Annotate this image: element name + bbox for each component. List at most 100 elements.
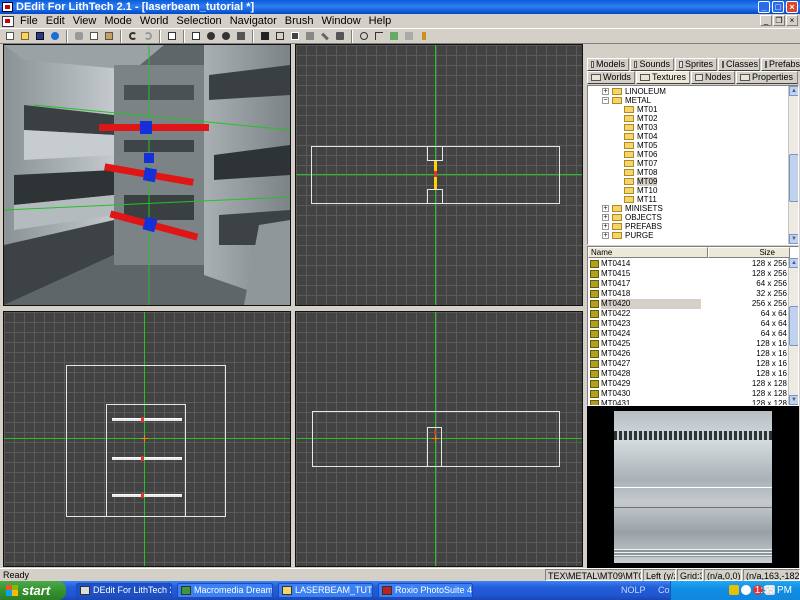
menu-world[interactable]: World	[137, 14, 174, 28]
laser-node-marker[interactable]	[434, 171, 437, 177]
texture-row[interactable]: MT0418 32 x 256	[588, 289, 790, 299]
scroll-up-arrow-icon[interactable]: ▲	[789, 86, 798, 96]
help-icon[interactable]	[165, 30, 179, 43]
menu-mode[interactable]: Mode	[101, 14, 137, 28]
laser-beam-front-3[interactable]	[112, 494, 182, 497]
minimize-button[interactable]: _	[758, 1, 770, 13]
tree-item[interactable]: MT05	[624, 141, 657, 150]
new-file-icon[interactable]	[3, 30, 17, 43]
wrench-icon[interactable]	[318, 30, 332, 43]
paste-icon[interactable]	[102, 30, 116, 43]
task-dreamweaver[interactable]: Macromedia Dreamw...	[177, 583, 273, 598]
laser-node-front-2[interactable]	[141, 456, 144, 461]
tree-item[interactable]: MT06	[624, 150, 657, 159]
texture-list[interactable]: Name Size ▲ ▼ MT0414 128 x 256 MT0415 128 x…	[587, 246, 799, 406]
undo-icon[interactable]	[126, 30, 140, 43]
texture-tree[interactable]: + LINOLEUM − METAL MT01 MT02 MT03 MT04 MT05 MT06 M…	[587, 85, 799, 245]
tree-scrollbar[interactable]: ▲ ▼	[788, 86, 798, 244]
tree-item[interactable]: MT02	[624, 114, 657, 123]
redo-icon[interactable]	[141, 30, 155, 43]
texture-row[interactable]: MT0425 128 x 16	[588, 339, 790, 349]
laser-node-front-3[interactable]	[141, 493, 144, 498]
column-header-name[interactable]: Name	[588, 247, 708, 258]
tree-item[interactable]: + OBJECTS	[602, 213, 662, 222]
snap-icon[interactable]	[372, 30, 386, 43]
doc-minimize-button[interactable]: _	[760, 15, 772, 26]
texture-row[interactable]: MT0422 64 x 64	[588, 309, 790, 319]
notch-brush-top[interactable]	[427, 146, 443, 161]
pen-icon[interactable]	[417, 30, 431, 43]
tree-item[interactable]: MT08	[624, 168, 657, 177]
tree-item[interactable]: + MINISETS	[602, 204, 663, 213]
scroll-up-arrow-icon[interactable]: ▲	[789, 258, 798, 268]
tree-item[interactable]: + PREFABS	[602, 222, 662, 231]
task-photosuite[interactable]: Roxio PhotoSuite 4	[378, 583, 473, 598]
tree-item[interactable]: MT03	[624, 123, 657, 132]
brush-tool-icon[interactable]	[234, 30, 248, 43]
hide-icon[interactable]	[303, 30, 317, 43]
laser-node-side[interactable]	[434, 430, 436, 434]
texture-row[interactable]: MT0414 128 x 256	[588, 259, 790, 269]
menu-brush[interactable]: Brush	[282, 14, 319, 28]
maximize-button[interactable]: □	[772, 1, 784, 13]
menu-edit[interactable]: Edit	[43, 14, 70, 28]
side-viewport[interactable]	[295, 311, 583, 567]
texture-row[interactable]: MT0429 128 x 128	[588, 379, 790, 389]
doc-restore-button[interactable]: ❐	[773, 15, 785, 26]
tree-item[interactable]: MT10	[624, 186, 657, 195]
texture-row[interactable]: MT0427 128 x 16	[588, 359, 790, 369]
perspective-viewport[interactable]	[3, 44, 291, 306]
link-tool-2-icon[interactable]	[219, 30, 233, 43]
column-header-size[interactable]: Size	[708, 247, 790, 258]
tab-properties[interactable]: Properties	[736, 71, 798, 84]
tray-network-icon[interactable]	[741, 585, 751, 595]
scroll-down-arrow-icon[interactable]: ▼	[789, 395, 798, 405]
menu-help[interactable]: Help	[366, 14, 397, 28]
geometry-tool-icon[interactable]	[273, 30, 287, 43]
doc-close-button[interactable]: ×	[786, 15, 798, 26]
tree-item[interactable]: MT04	[624, 132, 657, 141]
laser-beam-front-2[interactable]	[112, 457, 182, 460]
notch-brush-bottom[interactable]	[427, 189, 443, 204]
tree-expander-icon[interactable]: +	[602, 232, 609, 239]
tab-textures[interactable]: Textures	[636, 71, 690, 84]
texture-row[interactable]: MT0431 128 x 128	[588, 399, 790, 405]
grid-icon[interactable]	[387, 30, 401, 43]
tab-prefabs[interactable]: Prefabs	[761, 58, 800, 71]
cut-icon[interactable]	[72, 30, 86, 43]
texture-row[interactable]: MT0428 128 x 16	[588, 369, 790, 379]
texture-row[interactable]: MT0423 64 x 64	[588, 319, 790, 329]
texture-row[interactable]: MT0415 128 x 256	[588, 269, 790, 279]
tree-item[interactable]: MT11	[624, 195, 657, 204]
laser-beam-front-1[interactable]	[112, 418, 182, 421]
globe-icon[interactable]	[48, 30, 62, 43]
copy-icon[interactable]	[87, 30, 101, 43]
close-button[interactable]: ×	[786, 1, 798, 13]
title-bar[interactable]: DEdit For LithTech 2.1 - [laserbeam_tuto…	[0, 0, 800, 14]
tab-models[interactable]: Models	[587, 58, 629, 71]
menu-window[interactable]: Window	[319, 14, 366, 28]
tree-item[interactable]: MT07	[624, 159, 657, 168]
texture-row[interactable]: MT0424 64 x 64	[588, 329, 790, 339]
link-tool-icon[interactable]	[204, 30, 218, 43]
tree-expander-icon[interactable]: +	[602, 205, 609, 212]
tree-item[interactable]: + LINOLEUM	[602, 87, 666, 96]
start-button[interactable]: start	[0, 581, 66, 600]
top-viewport[interactable]	[295, 44, 583, 306]
task-laserbeam-folder[interactable]: LASERBEAM_TUTORIAL	[278, 583, 373, 598]
menu-navigator[interactable]: Navigator	[227, 14, 282, 28]
tree-item[interactable]: − METAL	[602, 96, 651, 105]
tree-expander-icon[interactable]: +	[602, 223, 609, 230]
tab-worlds[interactable]: Worlds	[587, 71, 635, 84]
laser-node-front-1[interactable]	[141, 417, 144, 422]
task-dedit[interactable]: DEdit For LithTech 2....	[76, 583, 172, 598]
tree-item[interactable]: MT01	[624, 105, 657, 114]
light-icon[interactable]	[402, 30, 416, 43]
texture-row[interactable]: MT0430 128 x 128	[588, 389, 790, 399]
move-icon[interactable]	[333, 30, 347, 43]
open-file-icon[interactable]	[18, 30, 32, 43]
rotate-icon[interactable]	[357, 30, 371, 43]
app-icon[interactable]	[2, 2, 13, 12]
texture-tool-icon[interactable]	[288, 30, 302, 43]
tree-item[interactable]: + PURGE	[602, 231, 653, 240]
